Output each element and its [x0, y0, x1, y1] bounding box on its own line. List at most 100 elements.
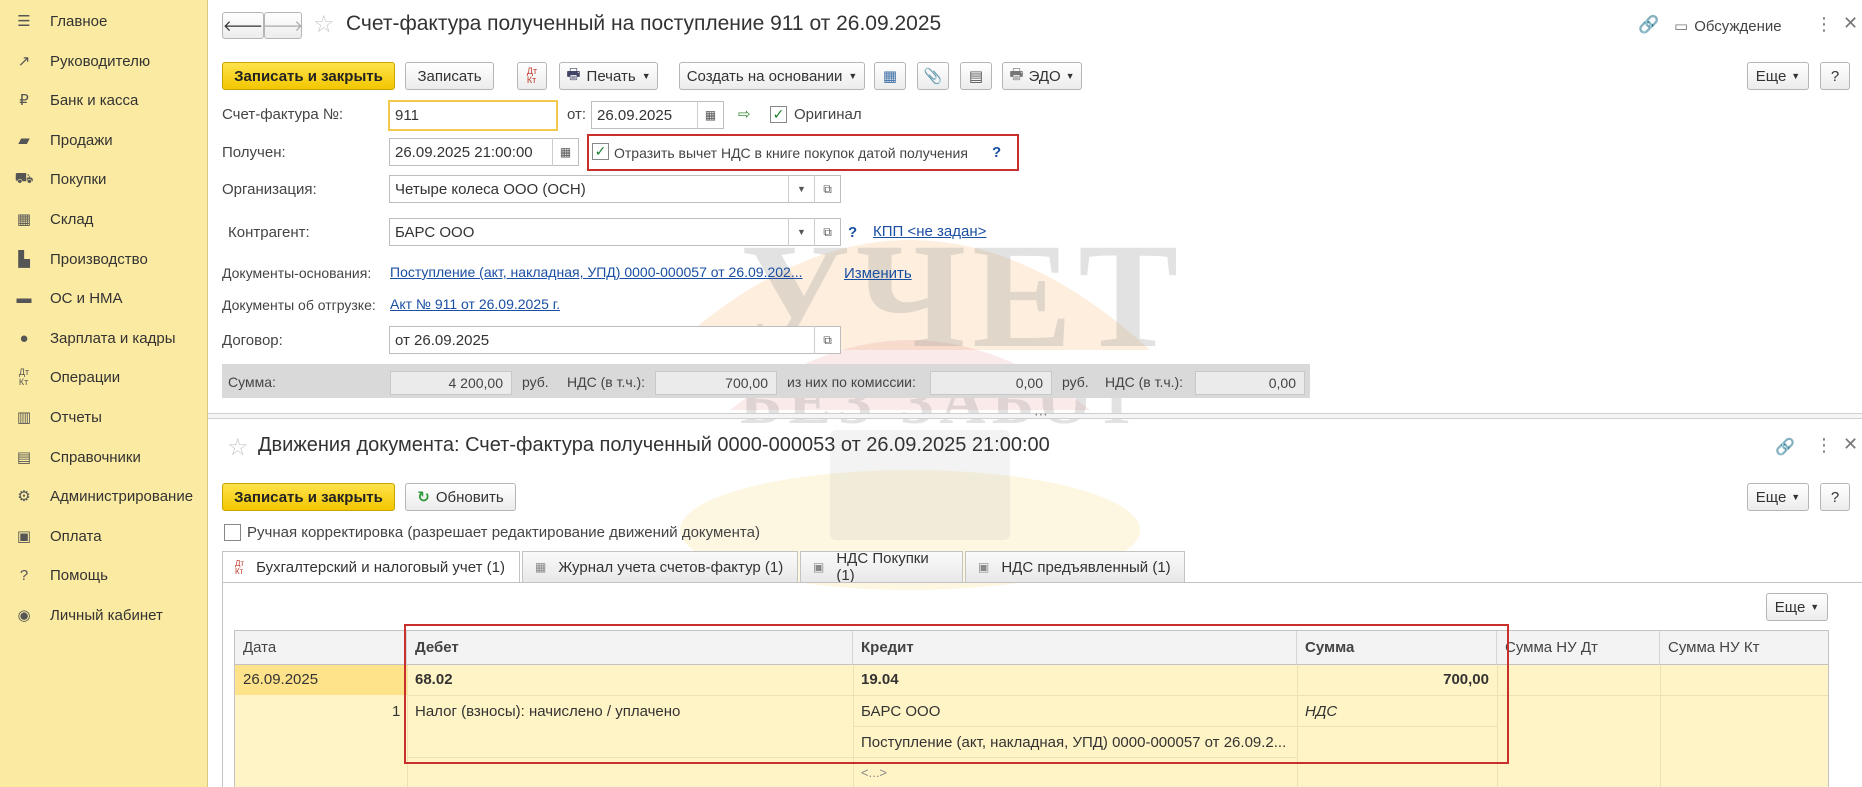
sidebar-item-payment[interactable]: ▣ Оплата [0, 518, 208, 554]
help-hint-icon[interactable]: ? [992, 144, 1001, 161]
sidebar-item-sales[interactable]: ▰ Продажи [0, 122, 208, 158]
received-datetime-input[interactable]: 26.09.2025 21:00:00 ▦ [389, 138, 579, 166]
attach-button[interactable]: 📎 [917, 62, 949, 90]
original-label: Оригинал [794, 106, 862, 123]
counterparty-select[interactable]: БАРС ООО ▼ ⧉ [389, 218, 841, 246]
dropdown-icon[interactable]: ▼ [788, 218, 814, 246]
chevron-down-icon: ▼ [1810, 602, 1820, 612]
edo-label: ЭДО [1028, 67, 1061, 85]
open-icon[interactable]: ⧉ [814, 326, 840, 354]
dropdown-icon[interactable]: ▼ [788, 175, 814, 203]
gear-icon: ⚙ [17, 488, 31, 505]
more-vertical-icon[interactable]: ⋮ [1815, 435, 1833, 456]
movements-more-button[interactable]: Еще ▼ [1747, 483, 1809, 511]
credit-subconto-3: <...> [861, 765, 888, 780]
create-based-button[interactable]: Создать на основании ▼ [679, 62, 865, 90]
tab-label: НДС предъявленный (1) [1001, 558, 1171, 576]
cart-icon: ⛟ [14, 169, 34, 187]
discussion-button[interactable]: ▭ Обсуждение [1674, 17, 1782, 36]
vat-label: НДС (в т.ч.): [567, 374, 646, 390]
favorite-star-icon[interactable]: ☆ [227, 433, 249, 462]
printer-icon: 🖶 [566, 65, 581, 83]
sidebar-item-production[interactable]: ▙ Производство [0, 241, 208, 277]
change-link[interactable]: Изменить [844, 265, 912, 282]
manual-edit-checkbox[interactable] [224, 524, 241, 541]
save-button[interactable]: Записать [405, 62, 494, 90]
tab-vat-presented[interactable]: ▣ НДС предъявленный (1) [965, 551, 1185, 582]
sidebar-item-help[interactable]: ? Помощь [0, 557, 208, 593]
link-icon[interactable]: 🔗 [1638, 15, 1659, 35]
sidebar-item-hr[interactable]: ● Зарплата и кадры [0, 320, 208, 356]
original-checkbox[interactable]: ✓ [770, 106, 787, 123]
counterparty-help-icon[interactable]: ? [848, 224, 857, 241]
sidebar-item-account[interactable]: ◉ Личный кабинет [0, 597, 208, 633]
sidebar-item-label: Покупки [50, 170, 107, 188]
dt-kt-button[interactable]: Дт Кт [517, 62, 547, 90]
splitter-dots-icon: ⋯ [1034, 406, 1048, 422]
contract-input[interactable]: от 26.09.2025 ⧉ [389, 326, 841, 354]
warehouse-icon: ▦ [16, 211, 32, 228]
column-header-amount-nu-kt[interactable]: Сумма НУ Кт [1660, 631, 1828, 665]
sidebar-item-label: Руководителю [50, 52, 151, 70]
organization-value: Четыре колеса ООО (ОСН) [395, 180, 586, 198]
vat-deduct-checkbox[interactable]: ✓ [592, 143, 609, 160]
back-button[interactable]: 🡐 [222, 12, 264, 39]
favorite-star-icon[interactable]: ☆ [313, 10, 335, 39]
column-header-date[interactable]: Дата [235, 631, 407, 665]
close-icon[interactable]: ✕ [1843, 13, 1858, 34]
open-icon[interactable]: ⧉ [814, 175, 840, 203]
sidebar-item-bank[interactable]: ₽ Банк и касса [0, 82, 208, 118]
sidebar-item-assets[interactable]: ▬ ОС и НМА [0, 280, 208, 316]
sidebar-item-main[interactable]: ☰ Главное [0, 3, 208, 39]
calendar-icon[interactable]: ▦ [697, 101, 723, 129]
person-icon: ● [19, 329, 29, 347]
divider [1660, 665, 1661, 787]
sidebar-item-catalogs[interactable]: ▤ Справочники [0, 439, 208, 475]
counterparty-value: БАРС ООО [395, 223, 475, 241]
tab-label: Бухгалтерский и налоговый учет (1) [256, 559, 505, 576]
movements-help-button[interactable]: ? [1820, 483, 1850, 511]
commission-label: из них по комиссии: [787, 374, 916, 390]
link-icon[interactable]: 🔗 [1775, 437, 1795, 457]
save-close-button[interactable]: Записать и закрыть [222, 62, 395, 90]
sidebar-item-label: Зарплата и кадры [50, 329, 176, 347]
more-vertical-icon[interactable]: ⋮ [1815, 14, 1833, 35]
refresh-button[interactable]: ↻ Обновить [405, 483, 516, 511]
help-button[interactable]: ? [1820, 62, 1850, 90]
doc-flow-icon[interactable]: ⇨ [738, 105, 751, 123]
base-docs-link[interactable]: Поступление (акт, накладная, УПД) 0000-0… [390, 264, 803, 280]
sidebar-item-operations[interactable]: Дт Кт Операции [0, 359, 208, 395]
document-icon: ▤ [968, 68, 984, 85]
report-button[interactable]: ▤ [960, 62, 992, 90]
edo-button[interactable]: 🖶 ЭДО ▼ [1002, 62, 1082, 90]
organization-select[interactable]: Четыре колеса ООО (ОСН) ▼ ⧉ [389, 175, 841, 203]
open-icon[interactable]: ⧉ [814, 218, 840, 246]
kpp-link[interactable]: КПП <не задан> [873, 223, 986, 240]
sidebar-item-manager[interactable]: ↗ Руководителю [0, 43, 208, 79]
sidebar-item-purchases[interactable]: ⛟ Покупки [0, 161, 208, 197]
structure-button[interactable]: ▦ [874, 62, 906, 90]
from-date-input[interactable]: 26.09.2025 ▦ [591, 101, 724, 129]
more-button[interactable]: Еще ▼ [1747, 62, 1809, 90]
chevron-down-icon: ▼ [641, 71, 651, 81]
sidebar-item-warehouse[interactable]: ▦ Склад [0, 201, 208, 237]
forward-button[interactable]: 🡒 [263, 12, 303, 39]
shipment-docs-link[interactable]: Акт № 911 от 26.09.2025 г. [390, 296, 560, 312]
panel-splitter[interactable]: ⋯ [208, 406, 1862, 422]
tab-vat-purchases[interactable]: ▣ НДС Покупки (1) [800, 550, 963, 584]
print-button[interactable]: 🖶 Печать ▼ [559, 62, 658, 90]
grid-more-button[interactable]: Еще ▼ [1766, 593, 1828, 621]
calendar-icon[interactable]: ▦ [552, 138, 578, 166]
refresh-icon: ↻ [417, 489, 430, 506]
invoice-no-input[interactable]: 911 [388, 100, 558, 131]
tab-invoice-journal[interactable]: ▦ Журнал учета счетов-фактур (1) [522, 551, 798, 582]
received-label: Получен: [222, 144, 286, 161]
sidebar-item-admin[interactable]: ⚙ Администрирование [0, 478, 208, 514]
column-header-amount-nu-dt[interactable]: Сумма НУ Дт [1497, 631, 1660, 665]
sidebar-item-reports[interactable]: ▥ Отчеты [0, 399, 208, 435]
shipment-docs-label: Документы об отгрузке: [222, 297, 376, 313]
close-icon[interactable]: ✕ [1843, 434, 1858, 455]
tab-accounting[interactable]: Дт Кт Бухгалтерский и налоговый учет (1) [222, 551, 520, 583]
bag-icon: ▰ [18, 132, 30, 149]
movements-save-close-button[interactable]: Записать и закрыть [222, 483, 395, 511]
